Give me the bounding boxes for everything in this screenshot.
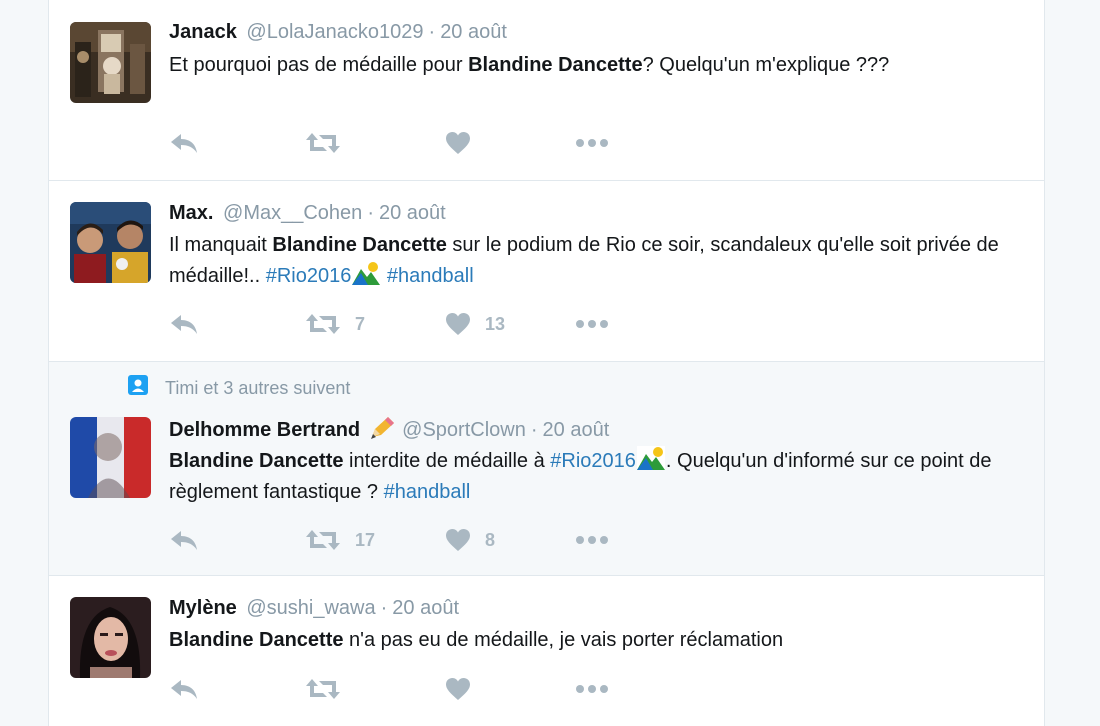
separator: · [530,419,538,441]
tweet-header: Janack @LolaJanacko1029 · 20 août [169,20,507,44]
tweet-header: Mylène @sushi_wawa · 20 août [169,596,459,620]
avatar[interactable] [70,597,151,678]
like-icon [445,677,471,701]
retweet-button[interactable]: 17 [305,525,375,555]
retweet-icon [305,677,341,701]
tweet-header: Delhomme Bertrand @SportClown · 20 août [169,415,609,442]
bold-name: Blandine Dancette [169,450,344,472]
like-count: 13 [485,313,506,334]
tweet-text: Et pourquoi pas de médaille pour Blandin… [169,50,1029,81]
more-button[interactable] [575,309,609,339]
tweet-text: Blandine Dancette interdite de médaille … [169,446,1029,508]
more-button[interactable] [575,525,609,555]
reply-icon [169,528,199,552]
text-segment: interdite de médaille à [343,450,551,472]
more-icon [575,535,609,545]
retweet-icon [305,528,341,552]
reply-button[interactable] [169,525,199,555]
timestamp[interactable]: 20 août [543,419,610,441]
retweet-button[interactable]: 7 [305,309,365,339]
bold-name: Blandine Dancette [272,234,447,256]
rio-olympics-emoji [637,446,665,470]
hashtag-link[interactable]: #Rio2016 [550,450,636,472]
more-icon [575,319,609,329]
reply-icon [169,131,199,155]
hashtag-link[interactable]: #handball [384,481,471,503]
author-name[interactable]: Janack [169,21,237,43]
text-segment: Et pourquoi pas de médaille pour [169,54,469,76]
bold-name: Blandine Dancette [468,54,643,76]
retweet-icon [305,312,341,336]
timestamp[interactable]: 20 août [440,21,507,43]
like-button[interactable] [445,674,471,704]
like-button[interactable]: 8 [445,525,495,555]
like-icon [445,312,471,336]
author-handle[interactable]: @Max__Cohen [223,202,362,224]
author-name[interactable]: Delhomme Bertrand [169,419,360,441]
separator: · [380,597,388,619]
pencil-emoji [371,417,395,439]
avatar[interactable] [70,22,151,103]
more-button[interactable] [575,674,609,704]
author-name[interactable]: Max. [169,202,213,224]
more-icon [575,684,609,694]
text-segment: n'a pas eu de médaille, je vais porter r… [343,629,784,651]
tweet-card[interactable]: Mylène @sushi_wawa · 20 août Blandine Danc… [49,576,1044,726]
retweet-count: 17 [355,529,376,550]
reply-button[interactable] [169,309,199,339]
like-button[interactable]: 13 [445,309,505,339]
text-segment: ? Quelqu'un m'explique ??? [642,54,890,76]
tweet-text: Il manquait Blandine Dancette sur le pod… [169,230,1029,292]
tweet-text: Blandine Dancette n'a pas eu de médaille… [169,625,1029,656]
reply-icon [169,677,199,701]
timeline: Janack @LolaJanacko1029 · 20 août Et pourq… [48,0,1045,726]
tweet-header: Max. @Max__Cohen · 20 août [169,201,446,225]
reply-icon [169,312,199,336]
reply-button[interactable] [169,674,199,704]
author-handle[interactable]: @sushi_wawa [246,597,375,619]
retweet-button[interactable] [305,674,341,704]
hashtag-link[interactable]: #handball [387,265,474,287]
like-icon [445,131,471,155]
retweet-button[interactable] [305,128,341,158]
separator: · [367,202,374,224]
text-segment: Il manquait [169,234,273,256]
tweet-card[interactable]: Max. @Max__Cohen · 20 août Il manquait Bla… [49,181,1044,362]
avatar[interactable] [70,417,151,498]
avatar[interactable] [70,202,151,283]
social-context-text[interactable]: Timi et 3 autres suivent [165,378,350,398]
social-context: Timi et 3 autres suivent [127,374,350,398]
follow-context-icon [128,375,148,395]
separator: · [428,21,436,43]
retweet-count: 7 [355,313,366,334]
timestamp[interactable]: 20 août [379,202,446,224]
bold-name: Blandine Dancette [169,629,344,651]
retweet-icon [305,131,341,155]
more-button[interactable] [575,128,609,158]
author-name[interactable]: Mylène [169,597,237,619]
rio-olympics-emoji [352,261,380,285]
tweet-card[interactable]: Janack @LolaJanacko1029 · 20 août Et pourq… [49,0,1044,181]
like-button[interactable] [445,128,471,158]
hashtag-link[interactable]: #Rio2016 [266,265,352,287]
like-count: 8 [485,529,496,550]
author-handle[interactable]: @LolaJanacko1029 [246,21,423,43]
more-icon [575,138,609,148]
tweet-card[interactable]: Timi et 3 autres suivent Delhomme Bertra… [49,362,1044,576]
reply-button[interactable] [169,128,199,158]
like-icon [445,528,471,552]
timestamp[interactable]: 20 août [392,597,459,619]
author-handle[interactable]: @SportClown [402,419,526,441]
